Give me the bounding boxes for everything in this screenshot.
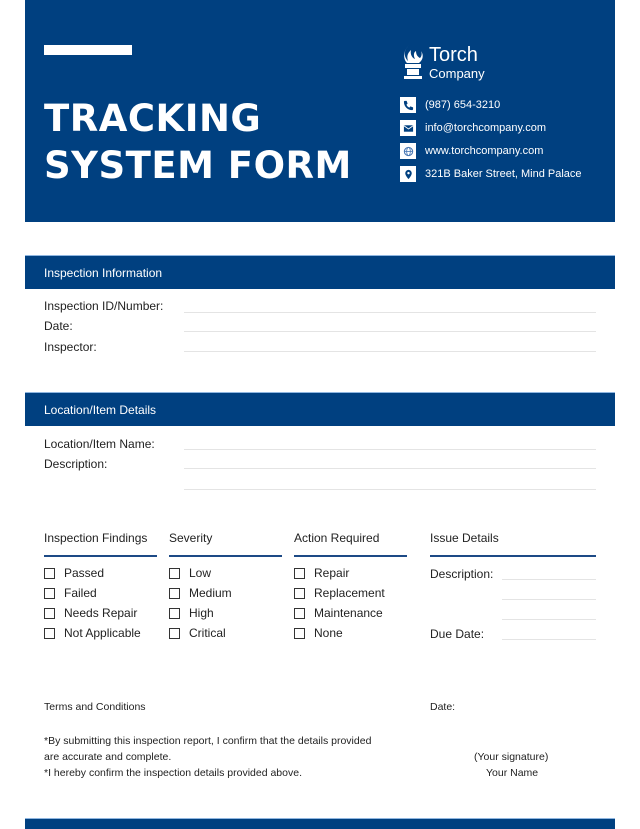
location-pin-icon xyxy=(400,166,416,182)
checkbox-box[interactable] xyxy=(169,607,180,619)
inspection-id-label: Inspection ID/Number: xyxy=(44,299,164,313)
terms-heading: Terms and Conditions xyxy=(44,701,146,713)
action-heading: Action Required xyxy=(294,531,380,545)
email-text: info@torchcompany.com xyxy=(425,122,547,134)
description-field-line-2[interactable] xyxy=(184,489,596,490)
checkbox-box[interactable] xyxy=(44,607,55,619)
section-header-inspection-information: Inspection Information xyxy=(25,255,615,289)
location-name-label: Location/Item Name: xyxy=(44,437,155,451)
checkbox-label: Maintenance xyxy=(314,606,383,620)
checkbox-label: Replacement xyxy=(314,586,385,600)
mail-icon xyxy=(400,120,416,136)
checkbox-box[interactable] xyxy=(44,567,55,579)
contact-address: 321B Baker Street, Mind Palace xyxy=(400,166,582,182)
company-logo: Torch Company xyxy=(400,43,485,81)
terms-line-2: are accurate and complete. xyxy=(44,751,172,763)
checkbox-box[interactable] xyxy=(169,567,180,579)
checkbox-repair[interactable]: Repair xyxy=(294,566,349,580)
checkbox-label: Repair xyxy=(314,566,350,580)
accent-bar xyxy=(44,45,132,55)
checkbox-label: Needs Repair xyxy=(64,606,138,620)
address-text: 321B Baker Street, Mind Palace xyxy=(425,168,582,180)
checkbox-label: Failed xyxy=(64,586,97,600)
checkbox-box[interactable] xyxy=(294,567,305,579)
checkbox-label: Critical xyxy=(189,626,226,640)
checkbox-replacement[interactable]: Replacement xyxy=(294,586,385,600)
checkbox-box[interactable] xyxy=(169,587,180,599)
checkbox-label: High xyxy=(189,606,214,620)
checkbox-label: Passed xyxy=(64,566,105,580)
issue-description-field-line-3[interactable] xyxy=(502,619,596,620)
action-underline xyxy=(294,555,407,557)
header-banner: TRACKING SYSTEM FORM Torch Company (987)… xyxy=(25,0,615,222)
date-field[interactable] xyxy=(184,331,596,332)
due-date-label: Due Date: xyxy=(430,627,485,641)
severity-underline xyxy=(169,555,282,557)
globe-icon xyxy=(400,143,416,159)
torch-icon xyxy=(404,45,423,79)
checkbox-box[interactable] xyxy=(294,587,305,599)
contact-website: www.torchcompany.com xyxy=(400,143,543,159)
findings-heading: Inspection Findings xyxy=(44,531,148,545)
company-name: Torch xyxy=(429,43,478,66)
issue-description-field-line-1[interactable] xyxy=(502,579,596,580)
checkbox-critical[interactable]: Critical xyxy=(169,626,226,640)
due-date-field[interactable] xyxy=(502,639,596,640)
title-line-1: TRACKING xyxy=(44,97,262,140)
checkbox-not-applicable[interactable]: Not Applicable xyxy=(44,626,141,640)
description-label: Description: xyxy=(44,457,108,471)
issue-details-heading: Issue Details xyxy=(430,531,499,545)
checkbox-box[interactable] xyxy=(294,607,305,619)
checkbox-label: Not Applicable xyxy=(64,626,141,640)
checkbox-medium[interactable]: Medium xyxy=(169,586,232,600)
checkbox-needs-repair[interactable]: Needs Repair xyxy=(44,606,137,620)
signature-date-label: Date: xyxy=(430,701,456,713)
inspector-field[interactable] xyxy=(184,351,596,352)
checkbox-high[interactable]: High xyxy=(169,606,214,620)
company-subtitle: Company xyxy=(429,65,485,81)
findings-underline xyxy=(44,555,157,557)
signature-label: (Your signature) xyxy=(474,751,549,763)
phone-icon xyxy=(400,97,416,113)
checkbox-box[interactable] xyxy=(169,627,180,639)
checkbox-box[interactable] xyxy=(44,587,55,599)
checkbox-label: None xyxy=(314,626,343,640)
page-title: TRACKING SYSTEM FORM xyxy=(44,95,352,189)
section-header-location-details: Location/Item Details xyxy=(25,392,615,426)
checkbox-none[interactable]: None xyxy=(294,626,343,640)
checkbox-box[interactable] xyxy=(294,627,305,639)
contact-phone: (987) 654-3210 xyxy=(400,97,500,113)
title-line-2: SYSTEM FORM xyxy=(44,144,352,187)
date-label: Date: xyxy=(44,319,73,333)
signer-name: Your Name xyxy=(486,767,539,779)
checkbox-label: Low xyxy=(189,566,212,580)
description-field-line-1[interactable] xyxy=(184,468,596,469)
issue-description-field-line-2[interactable] xyxy=(502,599,596,600)
terms-line-1: *By submitting this inspection report, I… xyxy=(44,735,372,747)
location-name-field[interactable] xyxy=(184,449,596,450)
inspection-id-field[interactable] xyxy=(184,312,596,313)
checkbox-maintenance[interactable]: Maintenance xyxy=(294,606,383,620)
inspector-label: Inspector: xyxy=(44,340,97,354)
checkbox-low[interactable]: Low xyxy=(169,566,211,580)
issue-description-label: Description: xyxy=(430,567,494,581)
issue-details-underline xyxy=(430,555,596,557)
checkbox-label: Medium xyxy=(189,586,232,600)
checkbox-box[interactable] xyxy=(44,627,55,639)
severity-heading: Severity xyxy=(169,531,213,545)
website-text: www.torchcompany.com xyxy=(425,145,544,157)
phone-text: (987) 654-3210 xyxy=(425,99,501,111)
terms-line-3: *I hereby confirm the inspection details… xyxy=(44,767,302,779)
checkbox-passed[interactable]: Passed xyxy=(44,566,104,580)
footer-bar xyxy=(25,818,615,829)
contact-email: info@torchcompany.com xyxy=(400,120,546,136)
checkbox-failed[interactable]: Failed xyxy=(44,586,97,600)
